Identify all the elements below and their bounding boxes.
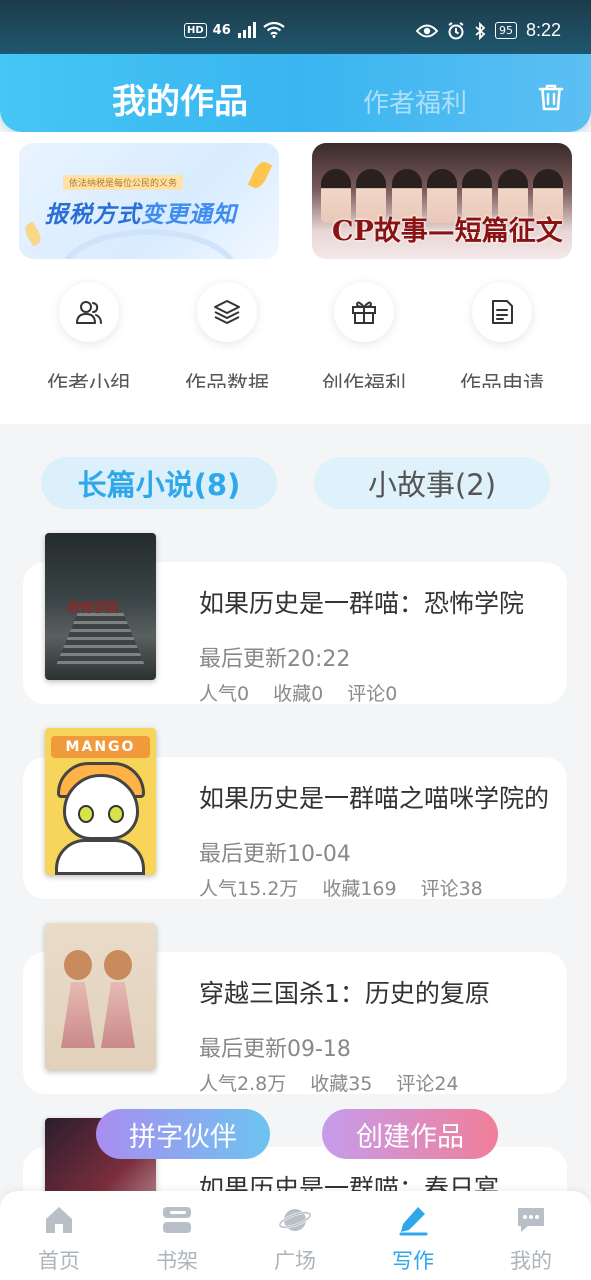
network-type: 46 (212, 22, 231, 38)
nav-label: 写作 (392, 1249, 434, 1273)
func-work-data[interactable]: 作品数据 (158, 282, 296, 388)
banner-subtext: 依法纳税是每位公民的义务 (63, 175, 184, 190)
tab-short-stories[interactable]: 小故事(2) (314, 457, 550, 509)
cover-art (55, 613, 146, 668)
work-favorites: 收藏0 (273, 683, 324, 705)
cover-title: MANGO (51, 736, 150, 758)
pen-icon (354, 1203, 472, 1237)
banner-title: 报税方式变更通知 (45, 195, 237, 229)
tab-long-novels[interactable]: 长篇小说(8) (41, 457, 277, 509)
work-title: 如果历史是一群喵之喵咪学院的 (199, 784, 550, 813)
status-bar: HD 46 95 8:22 (0, 0, 591, 62)
func-work-application[interactable]: 作品申请 (433, 282, 571, 388)
chat-icon (472, 1203, 590, 1237)
cover-title: 恐怖学院 (67, 601, 120, 616)
func-label: 作者小组 (47, 372, 131, 388)
banner-tax-notice[interactable]: 依法纳税是每位公民的义务 报税方式变更通知 (19, 143, 279, 259)
alarm-icon (448, 21, 464, 39)
work-comments: 评论0 (347, 683, 398, 705)
func-author-group[interactable]: 作者小组 (20, 282, 158, 388)
nav-write[interactable]: 写作 (354, 1203, 472, 1275)
planet-icon (236, 1203, 354, 1237)
nav-label: 广场 (274, 1249, 316, 1273)
work-cover[interactable]: 恐怖学院 (45, 533, 156, 680)
work-last-update: 最后更新20:22 (199, 647, 351, 672)
cover-art (101, 950, 135, 1050)
gift-icon (334, 282, 394, 342)
work-last-update: 最后更新10-04 (199, 842, 351, 867)
leaf-decoration (22, 221, 44, 247)
cover-art (55, 839, 145, 875)
home-icon (0, 1203, 118, 1237)
create-work-button[interactable]: 创建作品 (322, 1109, 498, 1159)
wifi-icon (263, 22, 285, 38)
tab-my-works[interactable]: 我的作品 (112, 74, 248, 123)
layers-icon (197, 282, 257, 342)
work-cover[interactable]: MANGO (45, 728, 156, 875)
banner-title-main: 报税方式 (45, 202, 141, 228)
banner-decoration (59, 229, 239, 259)
bottom-nav: 首页 书架 广场 写作 我的 (0, 1191, 591, 1280)
banner-cp-contest[interactable]: CP故事—短篇征文 (312, 143, 572, 259)
work-popularity: 人气15.2万 (199, 878, 299, 900)
work-cover[interactable] (45, 923, 156, 1070)
trash-icon[interactable] (534, 80, 568, 114)
status-left: HD 46 (184, 22, 285, 38)
function-row: 作者小组 作品数据 创作福利 作品申请 (0, 282, 591, 392)
signal-icon (237, 22, 256, 38)
tab-author-benefits[interactable]: 作者福利 (363, 83, 467, 120)
banner-title-highlight: 变更通知 (141, 202, 237, 228)
cat-face-illustration (63, 774, 139, 840)
nav-bookshelf[interactable]: 书架 (118, 1203, 236, 1275)
leaf-decoration (247, 159, 273, 191)
work-title: 穿越三国杀1：历史的复原 (199, 979, 490, 1008)
work-title: 如果历史是一群喵：恐怖学院 (199, 589, 525, 618)
banner-title: CP故事—短篇征文 (332, 216, 563, 247)
work-last-update: 最后更新09-18 (199, 1037, 351, 1062)
work-favorites: 收藏169 (322, 878, 397, 900)
work-popularity: 人气2.8万 (199, 1073, 287, 1095)
func-label: 创作福利 (322, 372, 406, 388)
func-label: 作品数据 (185, 372, 269, 388)
work-stats: 人气15.2万 收藏169 评论38 (199, 874, 483, 901)
work-stats: 人气0 收藏0 评论0 (199, 679, 397, 706)
cover-art (61, 950, 95, 1050)
work-favorites: 收藏35 (310, 1073, 373, 1095)
bookshelf-icon (118, 1203, 236, 1237)
people-icon (59, 282, 119, 342)
nav-label: 书架 (156, 1249, 198, 1273)
hd-badge: HD (184, 22, 207, 38)
nav-square[interactable]: 广场 (236, 1203, 354, 1275)
nav-home[interactable]: 首页 (0, 1203, 118, 1275)
nav-label: 我的 (510, 1249, 552, 1273)
nav-label: 首页 (38, 1249, 80, 1273)
clock: 8:22 (525, 20, 561, 40)
word-partner-button[interactable]: 拼字伙伴 (96, 1109, 270, 1159)
top-panel: 依法纳税是每位公民的义务 报税方式变更通知 CP故事—短篇征文 作者小组 作品数… (0, 132, 591, 424)
work-stats: 人气2.8万 收藏35 评论24 (199, 1069, 459, 1096)
document-icon (472, 282, 532, 342)
bluetooth-icon (475, 21, 486, 40)
func-label: 作品申请 (460, 372, 544, 388)
battery-level: 95 (494, 22, 517, 39)
nav-me[interactable]: 我的 (472, 1203, 590, 1275)
work-comments: 评论38 (420, 878, 483, 900)
eye-icon (415, 24, 438, 37)
status-right: 95 8:22 (415, 20, 561, 41)
func-creation-benefits[interactable]: 创作福利 (295, 282, 433, 388)
header: 我的作品 作者福利 (0, 54, 591, 132)
work-comments: 评论24 (396, 1073, 459, 1095)
work-popularity: 人气0 (199, 683, 250, 705)
